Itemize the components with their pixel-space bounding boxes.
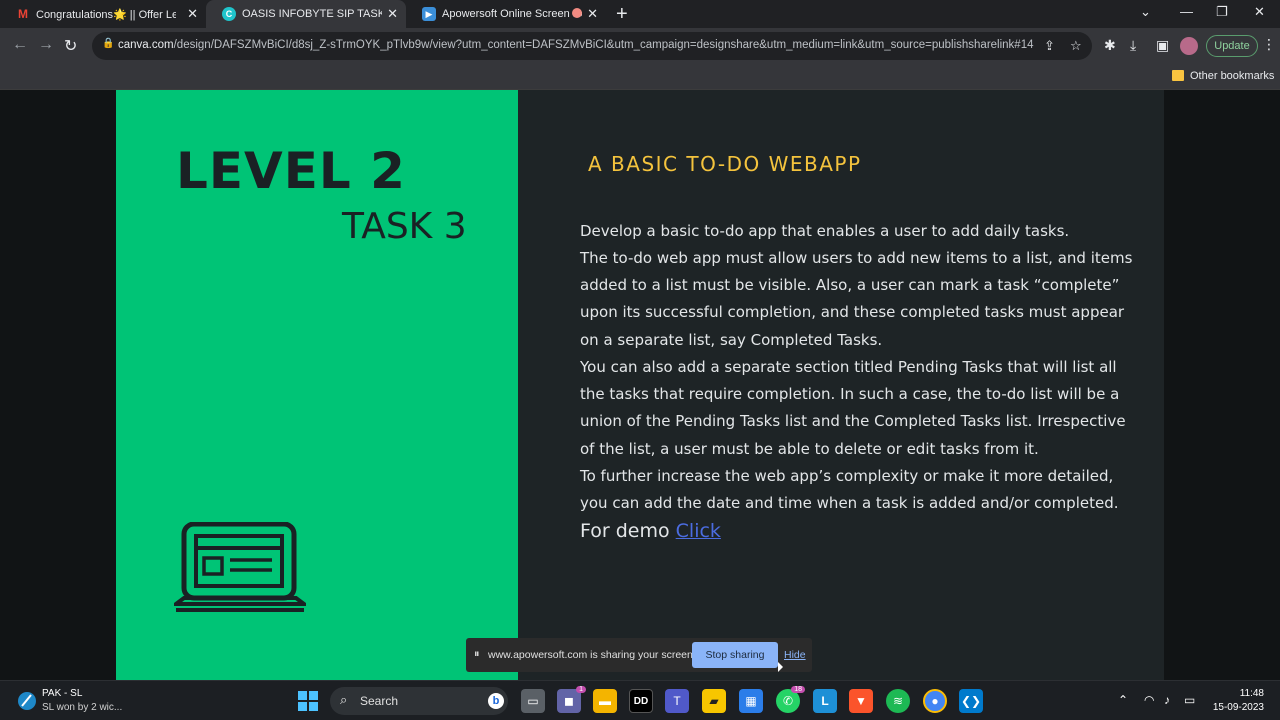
hide-link[interactable]: Hide — [784, 649, 806, 661]
paragraph-intro: Develop a basic to-do app that enables a… — [580, 222, 1070, 240]
battery-icon[interactable]: ▭ — [1184, 693, 1195, 707]
taskbar-search[interactable]: ⌕ Search b — [330, 687, 508, 715]
teams-chat-icon[interactable]: ◼ 1 — [557, 686, 586, 713]
apowersoft-icon: ▶ — [422, 7, 436, 21]
bing-icon[interactable]: b — [488, 693, 504, 709]
tab-strip: M Congratulations🌟 || Offer Letter ✕ C O… — [0, 0, 1280, 28]
address-bar[interactable]: 🔒 canva.com/design/DAFSZMvBiCI/d8sj_Z-sT… — [92, 32, 1092, 60]
download-icon[interactable]: ⤓ — [1130, 37, 1136, 54]
extensions-icon[interactable]: ✱ — [1104, 37, 1116, 54]
close-icon[interactable]: ✕ — [587, 6, 598, 22]
forward-icon[interactable]: → — [38, 36, 54, 54]
bookmarks-bar: Other bookmarks — [0, 64, 1280, 90]
close-icon[interactable]: ✕ — [187, 6, 198, 22]
taskbar-date[interactable]: 15-09-2023 — [1204, 702, 1264, 713]
paragraph-pending: You can also add a separate section titl… — [580, 358, 1126, 458]
news-subtitle[interactable]: SL won by 2 wic... — [42, 702, 122, 713]
file-explorer-icon[interactable]: ▬ — [593, 689, 617, 713]
cricket-icon — [18, 692, 36, 710]
tab-canva[interactable]: C OASIS INFOBYTE SIP TASK LIST ✕ — [206, 0, 406, 28]
teams-badge: 1 — [576, 686, 586, 693]
url-host: canva.com — [118, 39, 174, 51]
other-bookmarks[interactable]: Other bookmarks — [1190, 70, 1274, 82]
store-icon[interactable]: ▦ — [739, 689, 763, 713]
back-icon[interactable]: ← — [12, 36, 28, 54]
recording-icon — [572, 8, 582, 18]
slide-left-panel: LEVEL 2 TASK 3 — [116, 90, 518, 680]
mouse-cursor-icon — [778, 662, 783, 672]
share-message: www.apowersoft.com is sharing your scree… — [488, 649, 696, 661]
demo-link[interactable]: Click — [676, 520, 721, 542]
tab-gmail[interactable]: M Congratulations🌟 || Offer Letter ✕ — [0, 0, 206, 28]
volume-icon[interactable]: ♪ — [1164, 693, 1170, 707]
vscode-icon[interactable]: ❮❯ — [959, 689, 983, 713]
gmail-icon: M — [18, 7, 28, 21]
chevron-down-icon[interactable]: ⌄ — [1140, 4, 1151, 20]
lock-icon: 🔒 — [102, 38, 115, 49]
tab-title: Apowersoft Online Screen Re — [442, 8, 582, 20]
canva-icon: C — [222, 7, 236, 21]
search-icon: ⌕ — [340, 692, 348, 707]
menu-icon[interactable]: ⋮ — [1262, 36, 1276, 53]
windows-start-icon[interactable] — [298, 691, 318, 711]
browser-toolbar: ← → ↻ 🔒 canva.com/design/DAFSZMvBiCI/d8s… — [0, 28, 1280, 64]
windows-taskbar: PAK - SL SL won by 2 wic... ⌕ Search b ▭… — [0, 680, 1280, 720]
spotify-icon[interactable]: ≋ — [886, 689, 910, 713]
demo-label: For demo — [580, 520, 676, 542]
whatsapp-icon[interactable]: ✆ 18 — [776, 686, 805, 713]
close-icon[interactable]: ✕ — [387, 6, 398, 22]
level-heading: LEVEL 2 — [176, 142, 406, 200]
share-icon[interactable]: ⇪ — [1044, 38, 1055, 54]
update-button[interactable]: Update — [1206, 35, 1258, 57]
news-title[interactable]: PAK - SL — [42, 688, 82, 699]
taskbar-time[interactable]: 11:48 — [1214, 688, 1264, 699]
new-tab-button[interactable]: + — [616, 3, 628, 26]
whatsapp-badge: 18 — [791, 686, 805, 693]
stop-sharing-button[interactable]: Stop sharing — [692, 642, 778, 668]
search-label: Search — [360, 694, 399, 708]
screen-share-bar: ⏸ www.apowersoft.com is sharing your scr… — [466, 638, 812, 672]
paragraph-complexity: To further increase the web app’s comple… — [580, 467, 1119, 513]
tab-apowersoft[interactable]: ▶ Apowersoft Online Screen Re ✕ — [406, 0, 606, 28]
laptop-icon — [174, 522, 306, 612]
slide-right-panel: A BASIC TO-DO WEBAPP Develop a basic to-… — [518, 90, 1164, 680]
url-text: canva.com/design/DAFSZMvBiCI/d8sj_Z-sTrm… — [118, 39, 1038, 51]
l-app-icon[interactable]: L — [813, 689, 837, 713]
slide-title: A BASIC TO-DO WEBAPP — [588, 152, 862, 176]
task-heading: TASK 3 — [342, 206, 467, 247]
pause-icon[interactable]: ⏸ — [474, 648, 480, 661]
wifi-icon[interactable]: ◠ — [1144, 693, 1154, 707]
reload-icon[interactable]: ↻ — [64, 36, 77, 56]
sticky-notes-icon[interactable]: ▰ — [702, 689, 726, 713]
paragraph-requirements: The to-do web app must allow users to ad… — [580, 249, 1133, 349]
teams-icon[interactable]: T — [665, 689, 689, 713]
chrome-icon[interactable]: ● — [923, 689, 947, 713]
minimize-icon[interactable]: — — [1180, 4, 1193, 19]
close-window-icon[interactable]: ✕ — [1254, 4, 1265, 20]
url-path: /design/DAFSZMvBiCI/d8sj_Z-sTrmOYK_pTlvb… — [173, 39, 1034, 51]
tab-title: Congratulations🌟 || Offer Letter — [36, 8, 176, 21]
canva-viewport: LEVEL 2 TASK 3 A BASIC TO-DO WEBAPP Deve… — [0, 90, 1280, 680]
brave-icon[interactable]: ▼ — [849, 689, 873, 713]
tab-title: OASIS INFOBYTE SIP TASK LIST — [242, 8, 382, 20]
demo-line: For demo Click — [580, 520, 721, 542]
maximize-icon[interactable]: ❐ — [1216, 4, 1228, 20]
dolby-icon[interactable]: DD — [629, 689, 653, 713]
star-icon[interactable]: ☆ — [1070, 38, 1082, 54]
chevron-up-icon[interactable]: ⌃ — [1118, 693, 1128, 707]
side-panel-icon[interactable]: ▣ — [1156, 37, 1169, 54]
folder-icon — [1172, 70, 1184, 81]
task-view-icon[interactable]: ▭ — [521, 689, 545, 713]
profile-avatar[interactable] — [1180, 37, 1198, 55]
